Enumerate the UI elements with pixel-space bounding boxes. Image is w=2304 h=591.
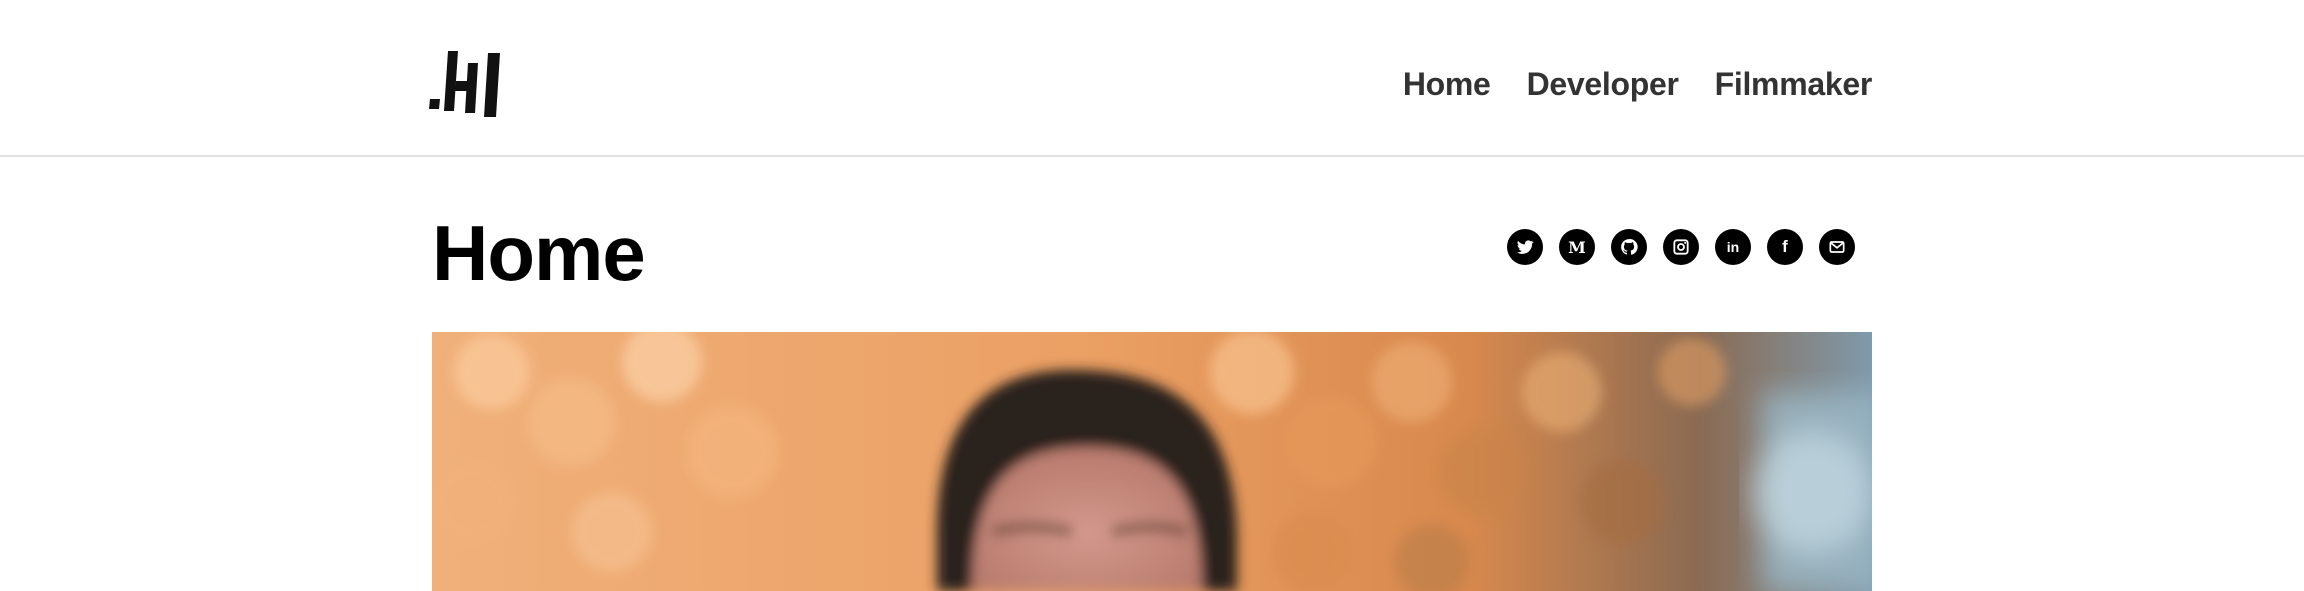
hero-portrait-image (432, 332, 1872, 591)
nav-filmmaker-link[interactable]: Filmmaker (1715, 62, 1873, 106)
nav-developer-link[interactable]: Developer (1527, 62, 1679, 106)
medium-glyph: M (1568, 237, 1586, 257)
social-links: M in f (1507, 229, 1855, 265)
facebook-icon[interactable]: f (1767, 229, 1803, 265)
site-header: Home Developer Filmmaker (0, 0, 2304, 157)
jh-logo-icon[interactable] (428, 47, 504, 117)
facebook-glyph: f (1782, 237, 1788, 256)
linkedin-icon[interactable]: in (1715, 229, 1751, 265)
linkedin-glyph: in (1726, 239, 1740, 255)
email-icon[interactable] (1819, 229, 1855, 265)
page-title: Home (432, 209, 646, 297)
medium-icon[interactable]: M (1559, 229, 1595, 265)
github-icon[interactable] (1611, 229, 1647, 265)
instagram-icon[interactable] (1663, 229, 1699, 265)
header-divider (0, 155, 2304, 157)
main-nav: Home Developer Filmmaker (1403, 62, 1872, 106)
twitter-icon[interactable] (1507, 229, 1543, 265)
nav-home-link[interactable]: Home (1403, 62, 1491, 106)
